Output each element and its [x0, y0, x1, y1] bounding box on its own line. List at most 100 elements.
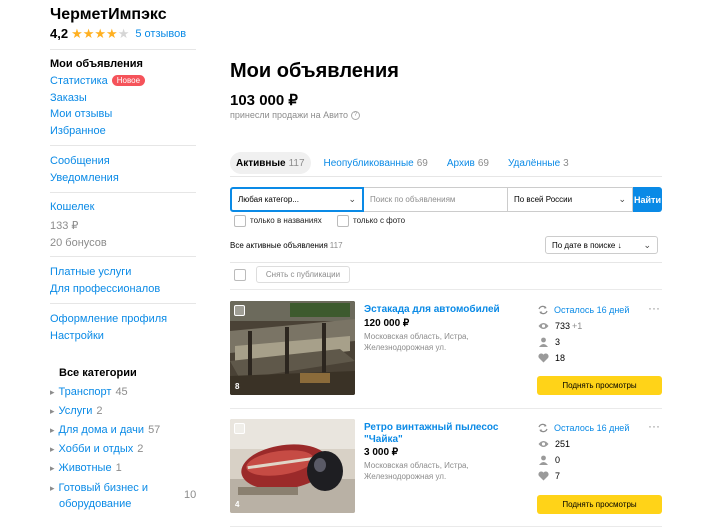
ad-photo[interactable]: 8 — [230, 301, 355, 395]
category-label: Животные — [58, 462, 112, 474]
tab-count: 69 — [416, 157, 428, 169]
category-count: 57 — [148, 424, 161, 436]
category-count: 2 — [96, 405, 103, 417]
sidebar-item-settings[interactable]: Настройки — [50, 330, 104, 342]
category-count: 10 — [184, 489, 197, 501]
bonus-balance: 20 бонусов — [50, 237, 107, 249]
sidebar-item-paid-services[interactable]: Платные услуги — [50, 266, 131, 278]
ad-location: Железнодорожная ул. — [364, 343, 447, 352]
days-left: Осталось 16 дней — [538, 423, 629, 433]
days-left-text: Осталось 16 дней — [554, 305, 630, 315]
tab-label: Удалённые — [507, 157, 561, 169]
category-item[interactable]: ▸ Животные 1 — [50, 462, 122, 474]
categories-title[interactable]: Все категории — [59, 367, 137, 379]
vacuum-photo — [230, 419, 355, 513]
photo-count: 8 — [235, 382, 240, 391]
category-item[interactable]: ▸ Транспорт 45 — [50, 386, 128, 398]
sidebar-item-orders[interactable]: Заказы — [50, 92, 87, 104]
category-item[interactable]: ▸ Готовый бизнес и — [50, 482, 148, 494]
divider — [50, 256, 196, 257]
sort-select-value: По дате в поиске ↓ — [552, 240, 622, 250]
views-plus: +1 — [572, 321, 583, 331]
category-item[interactable]: ▸ Хобби и отдых 2 — [50, 443, 143, 455]
company-name[interactable]: ЧерметИмпэкс — [50, 6, 167, 24]
ad-title[interactable]: Эстакада для автомобилей — [364, 304, 500, 315]
ad-select-checkbox[interactable] — [234, 305, 245, 316]
with-photo-label[interactable]: только с фото — [353, 216, 405, 225]
promote-button[interactable]: Поднять просмотры — [537, 495, 662, 514]
sales-amount: 103 000 ₽ — [230, 92, 298, 109]
ad-title-line-2[interactable]: "Чайка" — [364, 434, 403, 445]
question-icon[interactable]: ? — [350, 110, 360, 120]
contacts-stat: 3 — [538, 337, 560, 347]
category-label-line-2[interactable]: оборудование — [59, 498, 131, 510]
divider — [50, 303, 196, 304]
days-left-text: Осталось 16 дней — [554, 423, 630, 433]
sidebar-item-my-reviews[interactable]: Мои отзывы — [50, 108, 112, 120]
photo-count: 4 — [235, 500, 240, 509]
sidebar-item-my-ads[interactable]: Мои объявления — [50, 58, 143, 70]
views-stat: 733 +1 — [538, 321, 582, 331]
refresh-icon — [538, 423, 548, 433]
category-label: Транспорт — [58, 386, 112, 398]
tab-label: Неопубликованные — [323, 157, 414, 169]
sort-select[interactable]: По дате в поиске ↓ ⌄ — [545, 236, 658, 254]
sidebar-item-notifications[interactable]: Уведомления — [50, 172, 119, 184]
triangle-right-icon: ▸ — [50, 483, 55, 493]
divider — [50, 49, 196, 50]
region-select-value: По всей России — [514, 195, 573, 204]
rating-value: 4,2 — [50, 26, 69, 41]
tab-unpublished[interactable]: Неопубликованные 69 — [324, 152, 434, 174]
tab-active[interactable]: Активные 117 — [230, 152, 311, 174]
views-stat: 251 — [538, 439, 570, 449]
divider — [230, 176, 662, 177]
star-icon: ★ — [82, 26, 95, 41]
sidebar-item-messages[interactable]: Сообщения — [50, 155, 110, 167]
tab-archive[interactable]: Архив 69 — [447, 152, 495, 174]
divider — [230, 289, 662, 290]
sidebar-item-favorites[interactable]: Избранное — [50, 125, 106, 137]
ad-title[interactable]: Ретро винтажный пылесос — [364, 422, 498, 433]
promote-button[interactable]: Поднять просмотры — [537, 376, 662, 395]
category-count: 45 — [115, 386, 128, 398]
region-select[interactable]: По всей России ⌄ — [508, 187, 633, 212]
contacts-count: 0 — [555, 455, 561, 465]
tab-deleted[interactable]: Удалённые 3 — [508, 152, 575, 174]
ad-select-checkbox[interactable] — [234, 423, 245, 434]
category-select[interactable]: Любая категор... ⌄ — [230, 187, 364, 212]
category-item[interactable]: ▸ Для дома и дачи 57 — [50, 424, 160, 436]
titles-only-label[interactable]: только в названиях — [250, 216, 322, 225]
unpublish-button[interactable]: Снять с публикации — [256, 266, 350, 283]
search-input[interactable]: Поиск по объявлениям — [364, 187, 508, 212]
ad-photo[interactable]: 4 — [230, 419, 355, 513]
select-all-checkbox[interactable] — [234, 269, 246, 281]
all-ads-count: 117 — [329, 241, 343, 250]
divider — [50, 192, 196, 193]
reviews-link[interactable]: 5 отзывов — [135, 28, 186, 40]
tab-count: 3 — [563, 157, 569, 169]
sales-caption: принесли продажи на Авито ? — [230, 110, 360, 120]
triangle-right-icon: ▸ — [50, 387, 55, 397]
more-icon[interactable]: ··· — [648, 301, 660, 315]
sidebar-item-profile-design[interactable]: Оформление профиля — [50, 313, 167, 325]
with-photo-checkbox[interactable] — [337, 215, 349, 227]
sidebar-item-for-pros[interactable]: Для профессионалов — [50, 283, 160, 295]
page-title: Мои объявления — [230, 60, 399, 82]
category-label: оборудование — [59, 498, 132, 510]
divider — [50, 145, 196, 146]
category-count: 2 — [137, 443, 144, 455]
triangle-right-icon: ▸ — [50, 463, 55, 473]
all-ads-label: Все активные объявления 117 — [230, 241, 343, 250]
heart-icon — [538, 471, 549, 481]
category-item[interactable]: ▸ Услуги 2 — [50, 405, 102, 417]
search-input-placeholder: Поиск по объявлениям — [370, 195, 456, 204]
titles-only-checkbox[interactable] — [234, 215, 246, 227]
more-icon[interactable]: ··· — [648, 419, 660, 433]
chevron-down-icon: ⌄ — [348, 194, 356, 204]
ramp-photo — [230, 301, 355, 395]
star-empty-icon: ★ — [117, 26, 130, 41]
sidebar-item-wallet[interactable]: Кошелек — [50, 201, 94, 213]
sidebar-item-stats[interactable]: Статистика Новое — [50, 75, 146, 87]
favorites-count: 7 — [555, 471, 561, 481]
search-button[interactable]: Найти — [633, 187, 662, 212]
